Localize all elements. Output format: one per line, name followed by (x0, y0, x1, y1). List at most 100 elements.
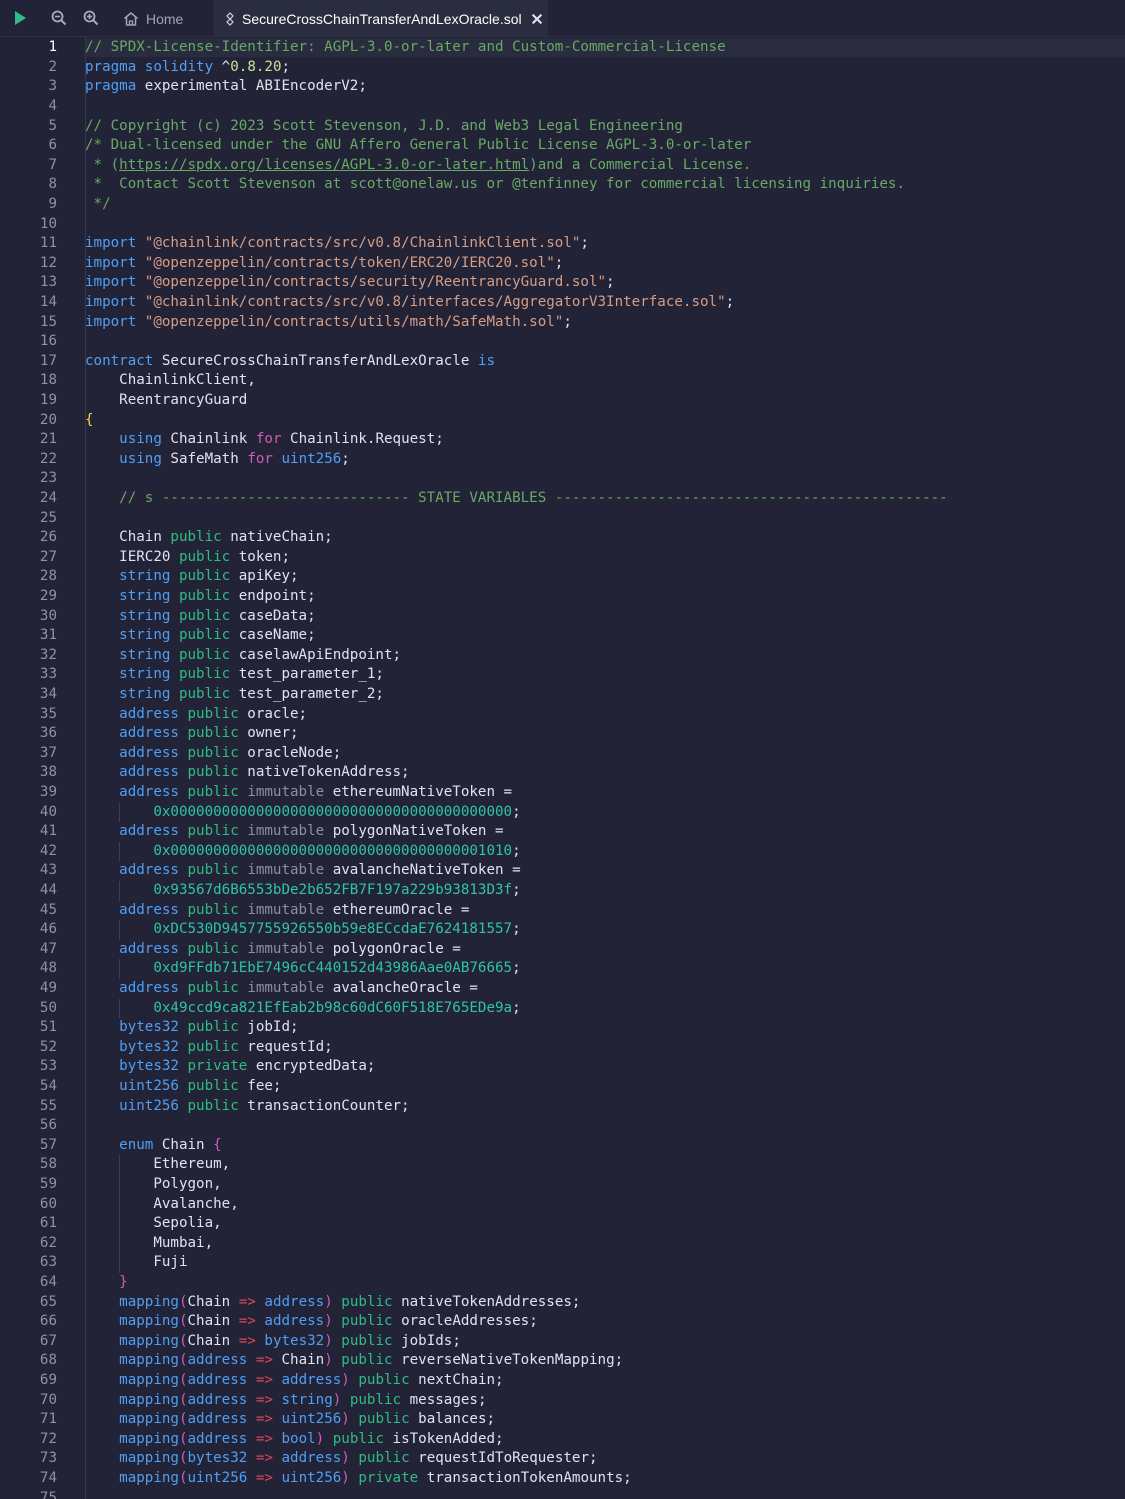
code-line[interactable]: 23 (0, 469, 1125, 489)
code-line[interactable]: 54 uint256 public fee; (0, 1077, 1125, 1097)
code-line[interactable]: 70 mapping(address => string) public mes… (0, 1391, 1125, 1411)
indent-guide (119, 1155, 121, 1175)
code-editor[interactable]: 1 // SPDX-License-Identifier: AGPL-3.0-or… (0, 37, 1125, 1499)
line-number: 34 (39, 686, 57, 702)
tab-home[interactable]: Home (114, 0, 215, 37)
code-line[interactable]: 24 // s ----------------------------- ST… (0, 489, 1125, 509)
code-line[interactable]: 20 { (0, 411, 1125, 431)
code-line[interactable]: 29 string public endpoint; (0, 587, 1125, 607)
code-line[interactable]: 12 import "@openzeppelin/contracts/token/… (0, 254, 1125, 274)
code-line[interactable]: 59 Polygon, (0, 1175, 1125, 1195)
code-line[interactable]: 57 enum Chain { (0, 1136, 1125, 1156)
code-line[interactable]: 28 string public apiKey; (0, 567, 1125, 587)
code-line[interactable]: 48 0xd9FFdb71EbE7496cC440152d43986Aae0AB… (0, 959, 1125, 979)
code-line[interactable]: 40 0x00000000000000000000000000000000000… (0, 802, 1125, 823)
code-line[interactable]: 69 mapping(address => address) public ne… (0, 1371, 1125, 1391)
code-text: Ethereum, (85, 1156, 231, 1173)
code-line[interactable]: 8 * Contact Scott Stevenson at scott@one… (0, 175, 1125, 195)
code-line[interactable]: 45 address public immutable ethereumOrac… (0, 901, 1125, 921)
code-text: Fuji (85, 1254, 188, 1271)
line-number: 71 (39, 1411, 57, 1428)
line-number: 51 (39, 1019, 57, 1036)
code-line[interactable]: 32 string public caselawApiEndpoint; (0, 646, 1125, 666)
code-line[interactable]: 2 pragma solidity ^0.8.20; (0, 58, 1125, 78)
code-line[interactable]: 55 uint256 public transactionCounter; (0, 1097, 1125, 1117)
code-line[interactable]: 34 string public test_parameter_2; (0, 685, 1125, 705)
code-line[interactable]: 63 Fuji (0, 1253, 1125, 1273)
line-number: 4 (48, 98, 57, 114)
code-line[interactable]: 21 using Chainlink for Chainlink.Request… (0, 430, 1125, 450)
code-line[interactable]: 36 address public owner; (0, 724, 1125, 744)
code-line[interactable]: 58 Ethereum, (0, 1155, 1125, 1175)
code-line[interactable]: 6 /* Dual-licensed under the GNU Affero G… (0, 136, 1125, 156)
code-line[interactable]: 1 // SPDX-License-Identifier: AGPL-3.0-or… (0, 38, 1125, 58)
code-line[interactable]: 74 mapping(uint256 => uint256) private t… (0, 1469, 1125, 1489)
code-line[interactable]: 49 address public immutable avalancheOra… (0, 979, 1125, 999)
code-text: mapping(Chain => address) public nativeT… (119, 1293, 581, 1310)
code-line[interactable]: 56 (0, 1116, 1125, 1136)
code-line[interactable]: 66 mapping(Chain => address) public orac… (0, 1312, 1125, 1332)
code-line[interactable]: 31 string public caseName; (0, 626, 1125, 646)
code-line[interactable]: 30 string public caseData; (0, 607, 1125, 627)
tab-active-file[interactable]: SecureCrossChainTransferAndLexOracle.sol (215, 0, 548, 37)
code-line[interactable]: 75 (0, 1489, 1125, 1499)
line-number: 50 (39, 999, 57, 1016)
line-number: 52 (39, 1038, 57, 1055)
code-line[interactable]: 35 address public oracle; (0, 705, 1125, 725)
line-number: 33 (39, 666, 57, 683)
code-line[interactable]: 73 mapping(bytes32 => address) public re… (0, 1449, 1125, 1469)
code-line[interactable]: 3 pragma experimental ABIEncoderV2; (0, 77, 1125, 97)
code-text: Chain public nativeChain; (85, 529, 333, 546)
code-line[interactable]: 52 bytes32 public requestId; (0, 1038, 1125, 1058)
code-line[interactable]: 67 mapping(Chain => bytes32) public jobI… (0, 1332, 1125, 1352)
code-line[interactable]: 25 (0, 509, 1125, 529)
code-line[interactable]: 14 import "@chainlink/contracts/src/v0.8/… (0, 293, 1125, 313)
code-line[interactable]: 39 address public immutable ethereumNati… (0, 783, 1125, 803)
code-line[interactable]: 51 bytes32 public jobId; (0, 1018, 1125, 1038)
line-number: 32 (39, 646, 57, 663)
code-line[interactable]: 71 mapping(address => uint256) public ba… (0, 1410, 1125, 1430)
code-line[interactable]: 38 address public nativeTokenAddress; (0, 763, 1125, 783)
code-line[interactable]: 19 ReentrancyGuard (0, 391, 1125, 411)
run-button[interactable] (9, 7, 31, 29)
code-line[interactable]: 53 bytes32 private encryptedData; (0, 1057, 1125, 1077)
code-line[interactable]: 44 0x93567d6B6553bDe2b652FB7F197a229b938… (0, 881, 1125, 901)
code-line[interactable]: 17 contract SecureCrossChainTransferAndLe… (0, 352, 1125, 372)
code-line[interactable]: 16 (0, 332, 1125, 352)
code-line[interactable]: 43 address public immutable avalancheNat… (0, 861, 1125, 881)
code-line[interactable]: 60 Avalanche, (0, 1194, 1125, 1215)
code-line[interactable]: 15 import "@openzeppelin/contracts/utils/… (0, 313, 1125, 333)
code-line[interactable]: 9 */ (0, 195, 1125, 215)
code-line[interactable]: 64 } (0, 1273, 1125, 1293)
code-line[interactable]: 33 string public test_parameter_1; (0, 665, 1125, 685)
code-line[interactable]: 41 address public immutable polygonNativ… (0, 822, 1125, 842)
close-tab-button[interactable] (529, 11, 545, 27)
code-line[interactable]: 4 (0, 97, 1125, 117)
code-text: pragma solidity ^0.8.20; (85, 58, 291, 75)
code-line[interactable]: 46 0xDC530D9457755926550b59e8ECcdaE76241… (0, 920, 1125, 940)
zoom-out-button[interactable] (48, 7, 70, 29)
code-line[interactable]: 65 mapping(Chain => address) public nati… (0, 1293, 1125, 1313)
code-line[interactable]: 18 ChainlinkClient, (0, 371, 1125, 391)
code-line[interactable]: 68 mapping(address => Chain) public reve… (0, 1351, 1125, 1371)
code-text: address public immutable avalancheNative… (119, 862, 521, 879)
code-line[interactable]: 37 address public oracleNode; (0, 744, 1125, 764)
code-line[interactable]: 27 IERC20 public token; (0, 548, 1125, 568)
code-line[interactable]: 26 Chain public nativeChain; (0, 528, 1125, 548)
code-text: address public oracle; (119, 705, 308, 722)
code-line[interactable]: 62 Mumbai, (0, 1233, 1125, 1254)
code-line[interactable]: 61 Sepolia, (0, 1214, 1125, 1234)
code-line[interactable]: 10 (0, 215, 1125, 235)
zoom-in-button[interactable] (80, 7, 102, 29)
code-line[interactable]: 72 mapping(address => bool) public isTok… (0, 1430, 1125, 1450)
code-line[interactable]: 13 import "@openzeppelin/contracts/securi… (0, 273, 1125, 293)
code-line[interactable]: 42 0x00000000000000000000000000000000000… (0, 841, 1125, 862)
line-number: 19 (39, 392, 57, 408)
code-line[interactable]: 50 0x49ccd9ca821EfEab2b98c60dC60F518E765… (0, 998, 1125, 1019)
code-line[interactable]: 5 // Copyright (c) 2023 Scott Stevenson, … (0, 117, 1125, 137)
code-line[interactable]: 47 address public immutable polygonOracl… (0, 940, 1125, 960)
code-line[interactable]: 22 using SafeMath for uint256; (0, 450, 1125, 470)
code-line[interactable]: 11 import "@chainlink/contracts/src/v0.8/… (0, 234, 1125, 254)
code-text: uint256 public fee; (119, 1078, 282, 1094)
code-line[interactable]: 7 * (https://spdx.org/licenses/AGPL-3.0-… (0, 156, 1125, 176)
